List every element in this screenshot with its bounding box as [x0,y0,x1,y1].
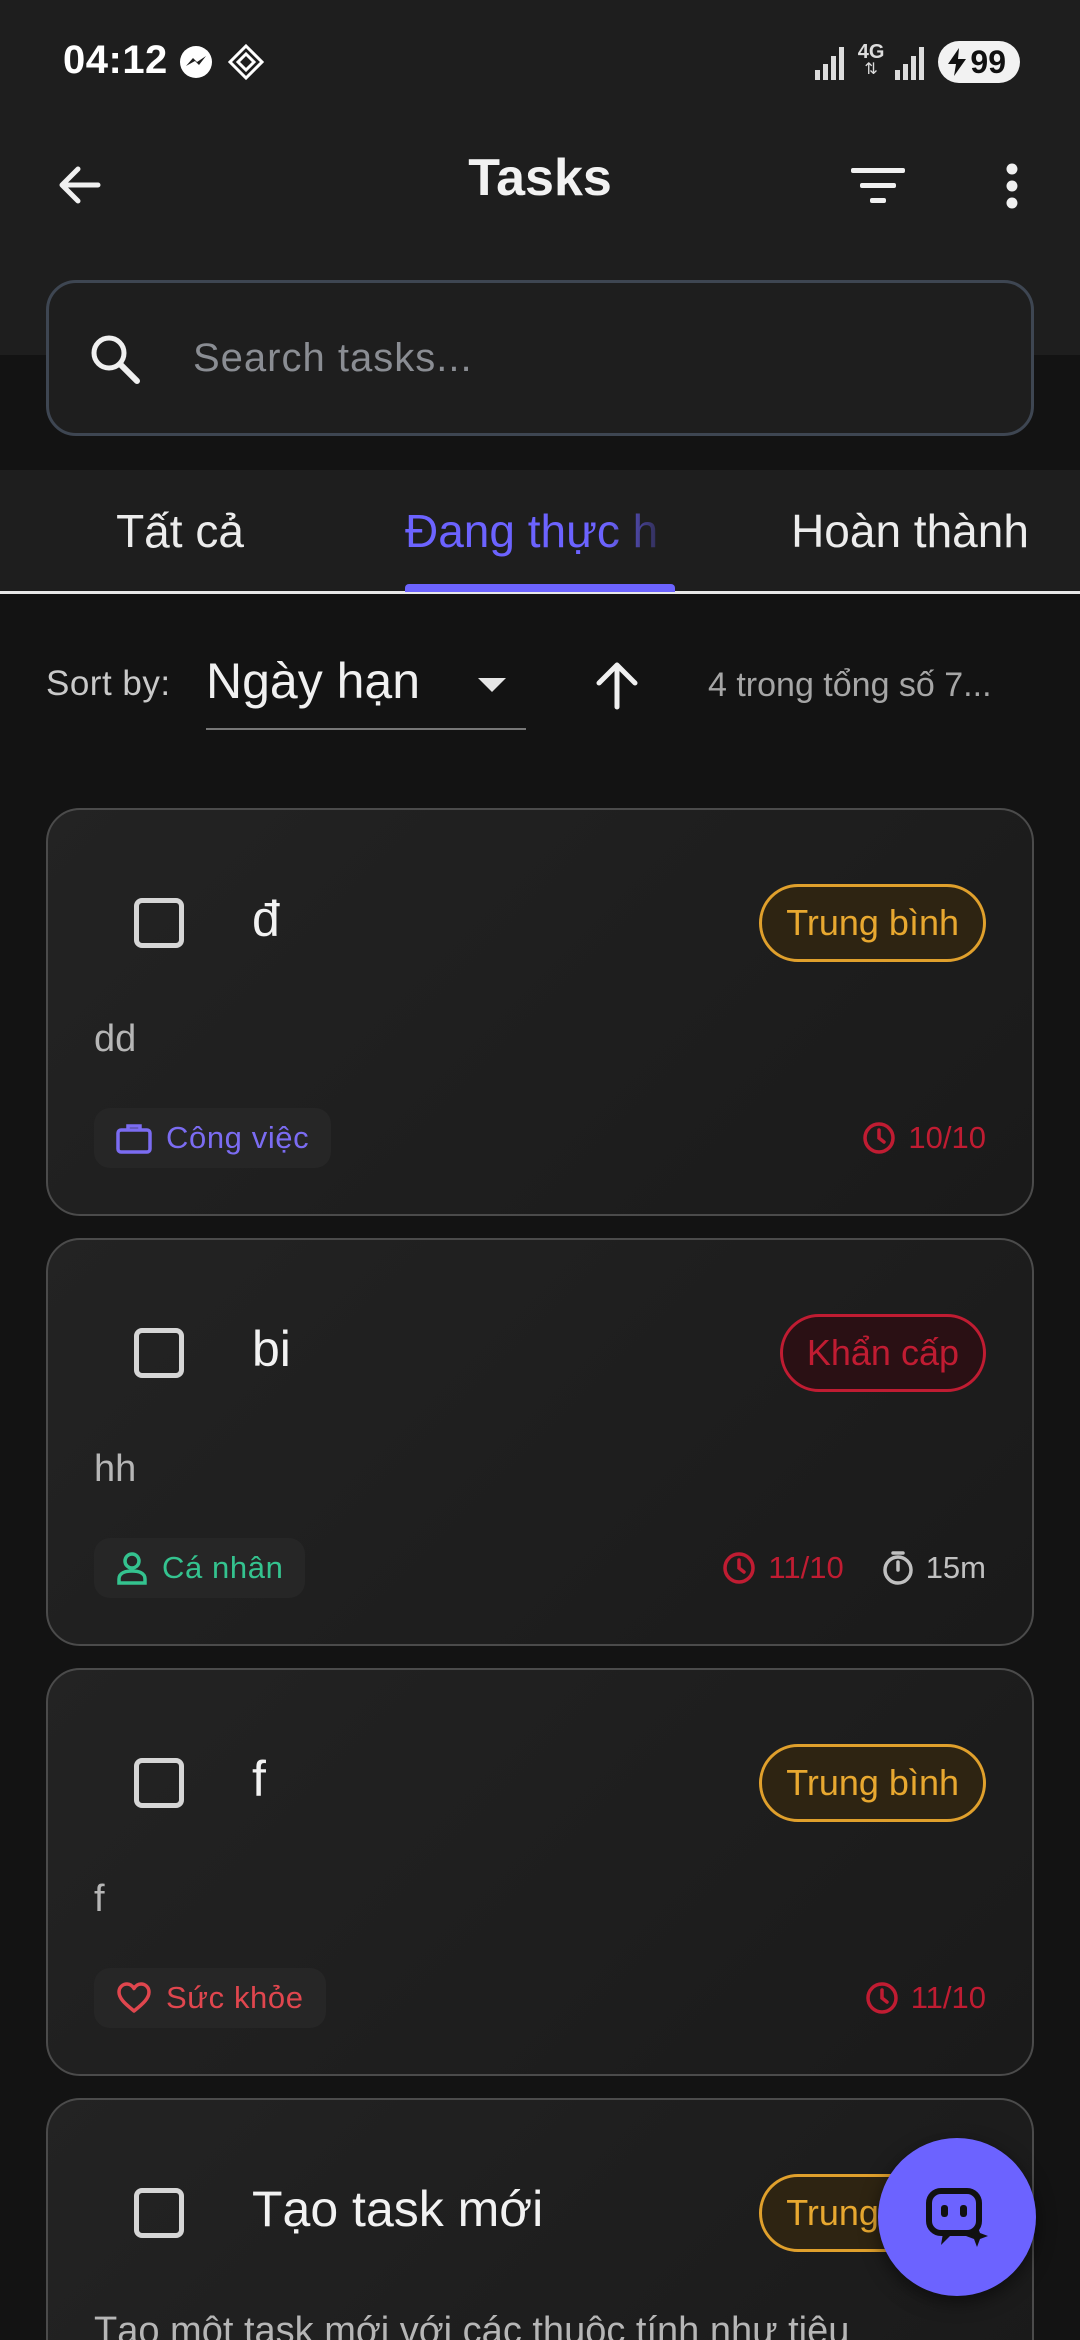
tab-bar: Tất cả Đang thực h Hoàn thành [0,470,1080,594]
filter-button[interactable] [842,150,914,222]
task-card[interactable]: bi Khẩn cấp hh Cá nhân 11/10 15m [46,1238,1034,1646]
due-date: 11/10 [865,1980,986,2016]
signal-icon-2 [895,47,925,80]
signal-icon [814,47,844,80]
ai-bot-icon [926,2188,988,2247]
task-description: dd [94,1018,137,1060]
due-date-text: 11/10 [768,1550,844,1585]
due-date-text: 11/10 [910,1980,986,2015]
task-description: f [94,1878,105,1920]
page-title: Tasks [468,149,612,207]
priority-badge: Khẩn cấp [779,1314,986,1392]
sort-dropdown[interactable]: Ngày hạn [206,640,526,730]
data-arrows-icon: ⇅ [864,61,878,78]
task-description: Tạo một task mới với các thuộc tính như … [94,2310,850,2340]
due-date: 11/10 [722,1550,844,1586]
caret-down-icon [478,678,506,692]
task-title: bi [252,1321,291,1377]
status-time: 04:12 [63,38,168,82]
due-date: 10/10 [862,1120,986,1156]
tab-indicator [405,584,675,592]
back-button[interactable] [45,150,115,220]
network-type: 4G ⇅ [857,41,885,78]
sort-value: Ngày hạn [206,653,421,709]
task-card[interactable]: đ Trung bình dd Công việc 10/10 [46,808,1034,1216]
task-count: 4 trong tổng số 7... [708,666,992,704]
task-checkbox[interactable] [134,2188,184,2238]
search-icon [91,335,140,384]
filter-icon [851,168,905,203]
heart-icon [117,1982,151,2013]
tab-in-progress[interactable]: Đang thực h [405,470,675,591]
category-label: Sức khỏe [166,1980,304,2015]
sort-row: Sort by: Ngày hạn 4 trong tổng số 7... [0,640,1080,730]
priority-badge: Trung bình [759,884,986,962]
person-icon [117,1552,147,1585]
tab-all[interactable]: Tất cả [60,470,300,591]
task-title: đ [252,891,280,947]
clock-icon [865,1982,898,2014]
task-title: Tạo task mới [252,2181,544,2237]
search-input[interactable] [193,313,993,403]
app-notification-icon [228,44,264,80]
more-vert-icon [1006,163,1018,209]
task-card[interactable]: f Trung bình f Sức khỏe 11/10 [46,1668,1034,2076]
clock-icon [723,1552,756,1584]
category-label: Cá nhân [162,1550,284,1585]
due-date-text: 10/10 [908,1120,986,1155]
duration: 15m [882,1550,986,1586]
app-bar: Tasks [0,120,1080,436]
battery-level: 99 [970,43,1006,80]
duration-text: 15m [925,1550,986,1585]
timer-icon [882,1551,913,1585]
messenger-icon [180,46,212,78]
ai-assistant-fab[interactable] [878,2138,1036,2296]
task-checkbox[interactable] [134,1758,184,1808]
task-title: f [252,1751,266,1807]
arrow-up-icon [596,662,638,710]
priority-badge: Trung bình [759,1744,986,1822]
briefcase-icon [116,1124,152,1154]
status-right: 4G ⇅ 99 [814,40,1020,84]
sort-direction-button[interactable] [586,654,648,716]
task-meta: 10/10 [862,1108,986,1168]
category-label: Công việc [166,1120,310,1155]
arrow-back-icon [59,166,101,204]
status-bar: 04:12 4G ⇅ 99 [0,0,1080,120]
task-meta: 11/10 15m [722,1538,986,1598]
battery-indicator: 99 [938,41,1020,83]
clock-icon [863,1122,896,1154]
charging-icon [948,48,967,76]
screen: 04:12 4G ⇅ 99 Tasks Search tasks... Tất … [0,0,1080,2340]
task-checkbox[interactable] [134,898,184,948]
category-chip: Sức khỏe [94,1968,326,2028]
task-checkbox[interactable] [134,1328,184,1378]
search-box [46,280,1034,436]
more-options-button[interactable] [980,150,1044,222]
category-chip: Cá nhân [94,1538,306,1598]
sort-label: Sort by: [46,664,171,703]
task-description: hh [94,1448,137,1490]
category-chip: Công việc [94,1108,332,1168]
task-meta: 11/10 [865,1968,986,2028]
tab-completed[interactable]: Hoàn thành [760,470,1060,591]
